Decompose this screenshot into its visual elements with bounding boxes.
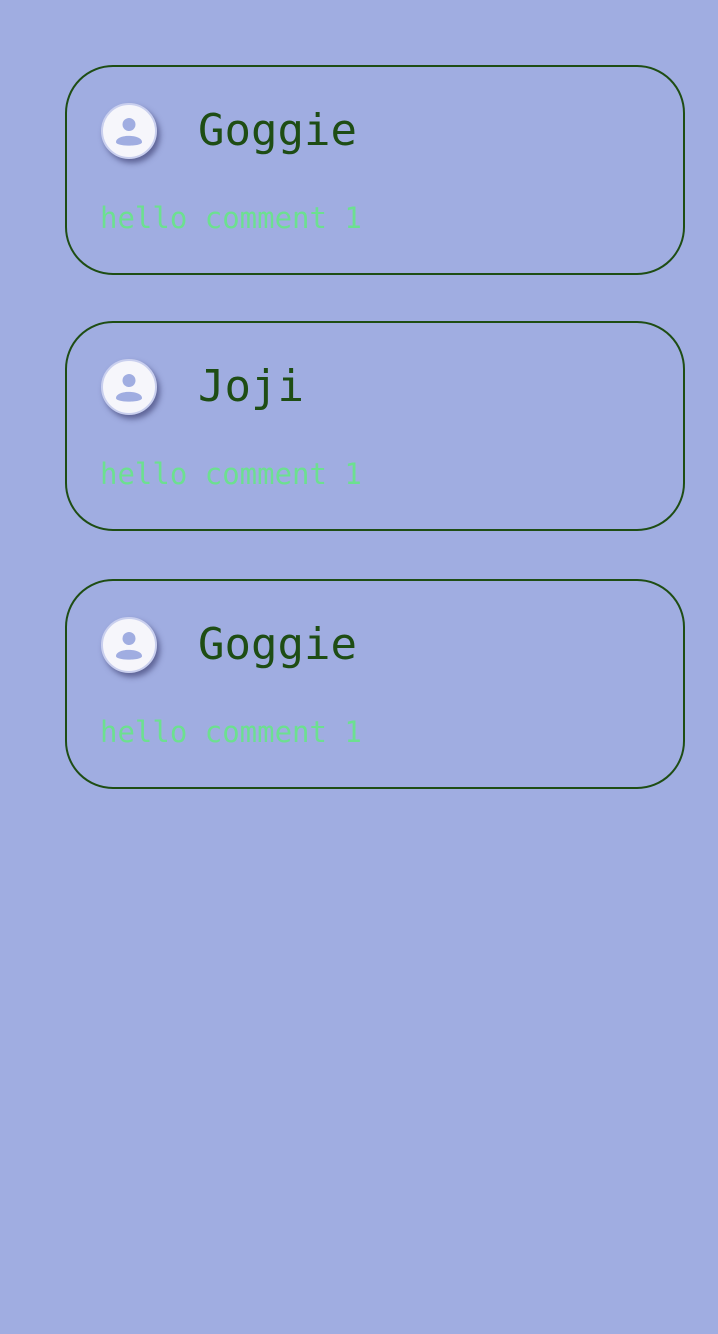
user-avatar-icon[interactable]: [101, 617, 157, 673]
comment-card[interactable]: Goggie hello comment 1: [65, 65, 685, 275]
comment-list: Goggie hello comment 1 Joji hello commen…: [65, 65, 685, 789]
user-avatar-icon[interactable]: [101, 103, 157, 159]
comment-card[interactable]: Joji hello comment 1: [65, 321, 685, 531]
comment-text: hello comment 1: [100, 201, 362, 235]
comment-author-name[interactable]: Goggie: [198, 619, 357, 671]
comment-card[interactable]: Goggie hello comment 1: [65, 579, 685, 789]
user-avatar-icon[interactable]: [101, 359, 157, 415]
comment-text: hello comment 1: [100, 715, 362, 749]
comment-author-name[interactable]: Goggie: [198, 105, 357, 157]
comment-text: hello comment 1: [100, 457, 362, 491]
comment-author-name[interactable]: Joji: [198, 361, 304, 413]
